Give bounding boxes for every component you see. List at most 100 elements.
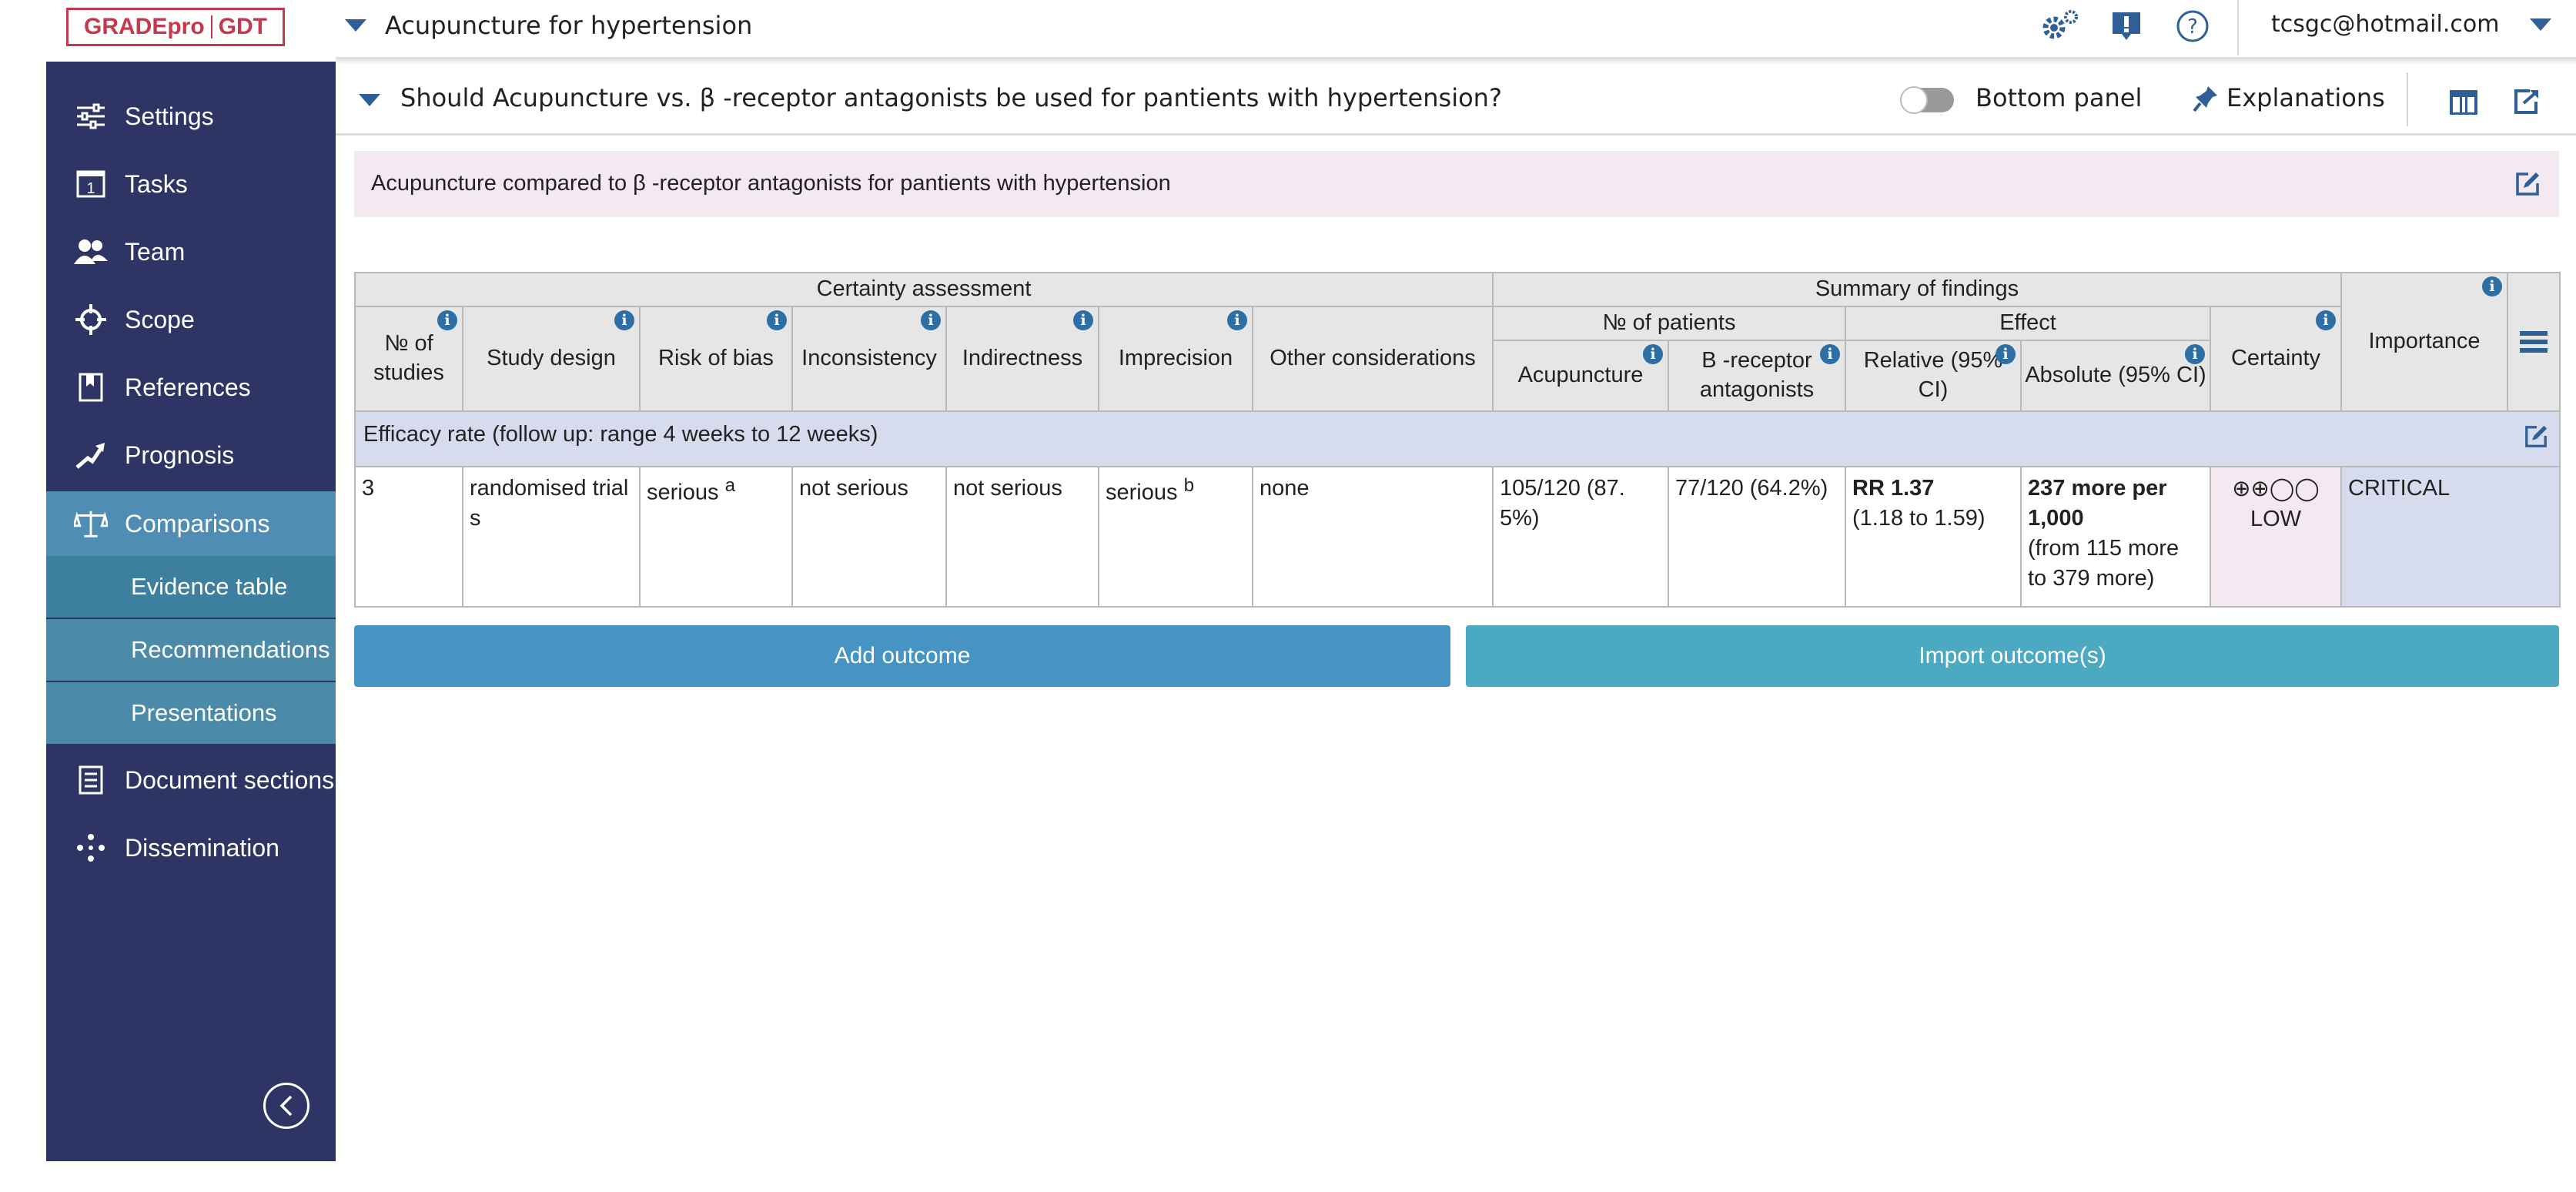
layout-columns-icon[interactable] bbox=[2449, 89, 2478, 119]
crosshair-icon bbox=[74, 303, 108, 337]
info-icon[interactable]: i bbox=[1643, 344, 1663, 364]
cell-imprecision[interactable]: serious b bbox=[1098, 466, 1253, 608]
cell-study-design[interactable]: randomised trials bbox=[462, 466, 641, 608]
sidebar-subitem-recommendations[interactable]: Recommendations bbox=[46, 619, 336, 681]
info-icon[interactable]: i bbox=[1820, 344, 1840, 364]
sidebar-item-team[interactable]: Team bbox=[46, 222, 336, 282]
cell-intervention[interactable]: 105/120 (87.5%) bbox=[1492, 466, 1669, 608]
cell-importance[interactable]: CRITICAL bbox=[2340, 466, 2561, 608]
info-icon[interactable]: i bbox=[1227, 310, 1247, 330]
share-icon bbox=[74, 831, 108, 865]
sidebar-subitem-presentations[interactable]: Presentations bbox=[46, 682, 336, 744]
chevron-down-icon[interactable] bbox=[2530, 18, 2551, 31]
scales-icon bbox=[74, 507, 108, 541]
info-icon[interactable]: i bbox=[2482, 276, 2502, 296]
explanations-button[interactable]: Explanations bbox=[2226, 83, 2385, 112]
info-icon[interactable]: i bbox=[2185, 344, 2205, 364]
info-icon[interactable]: i bbox=[614, 310, 634, 330]
cell-comparison[interactable]: 77/120 (64.2%) bbox=[1668, 466, 1846, 608]
bottom-panel-toggle[interactable] bbox=[1900, 86, 1954, 114]
document-icon bbox=[74, 763, 108, 797]
evidence-table: Certainty assessment Summary of findings… bbox=[354, 272, 2561, 608]
header-intervention: i Acupuncture bbox=[1492, 340, 1669, 412]
edit-icon[interactable] bbox=[2514, 171, 2541, 200]
info-icon[interactable]: i bbox=[2316, 310, 2336, 330]
cell-studies[interactable]: 3 bbox=[354, 466, 463, 608]
user-menu[interactable]: tcsgc@hotmail.com bbox=[2271, 11, 2499, 38]
info-icon[interactable]: i bbox=[921, 310, 941, 330]
project-name: Acupuncture for hypertension bbox=[385, 11, 753, 40]
info-icon[interactable]: i bbox=[1996, 344, 2016, 364]
certainty-symbols: ⊕⊕◯◯ bbox=[2232, 475, 2320, 501]
sidebar-item-scope[interactable]: Scope bbox=[46, 290, 336, 350]
gradepro-logo[interactable]: GRADEpro GDT bbox=[66, 8, 285, 46]
header-certainty-assessment: Certainty assessment bbox=[354, 272, 1494, 307]
info-icon[interactable]: i bbox=[437, 310, 457, 330]
sidebar-item-prognosis[interactable]: Prognosis bbox=[46, 425, 336, 485]
import-outcomes-button[interactable]: Import outcome(s) bbox=[1466, 625, 2559, 687]
svg-text:1: 1 bbox=[86, 180, 95, 197]
header-imprecision: i Imprecision bbox=[1098, 306, 1253, 412]
header-indirectness: i Indirectness bbox=[945, 306, 1099, 412]
cell-relative[interactable]: RR 1.37 (1.18 to 1.59) bbox=[1845, 466, 2022, 608]
header-studies: i № of studies bbox=[354, 306, 463, 412]
info-icon[interactable]: i bbox=[767, 310, 787, 330]
top-bar: GRADEpro GDT Acupuncture for hypertension… bbox=[0, 0, 2576, 59]
table-row: 3 randomised trials serious a not seriou… bbox=[354, 466, 2561, 608]
team-icon bbox=[74, 235, 108, 269]
menu-icon bbox=[2520, 331, 2548, 353]
sidebar-item-tasks[interactable]: 1 Tasks bbox=[46, 154, 336, 214]
cell-inconsistency[interactable]: not serious bbox=[791, 466, 947, 608]
header-study-design: i Study design bbox=[462, 306, 641, 412]
header-inconsistency: i Inconsistency bbox=[791, 306, 947, 412]
cell-risk-of-bias[interactable]: serious a bbox=[639, 466, 793, 608]
header-other-considerations: Other considerations bbox=[1252, 306, 1494, 412]
header-risk-of-bias: i Risk of bias bbox=[639, 306, 793, 412]
help-icon[interactable]: ? bbox=[2173, 6, 2213, 46]
svg-text:?: ? bbox=[2187, 15, 2198, 39]
header-relative: i Relative (95% CI) bbox=[1845, 340, 2022, 412]
question-bar: Should Acupuncture vs. β -receptor antag… bbox=[336, 65, 2576, 136]
certainty-label: LOW bbox=[2250, 507, 2302, 532]
header-importance: i Importance bbox=[2340, 272, 2508, 412]
sidebar-item-document-sections[interactable]: Document sections bbox=[46, 750, 336, 810]
cell-indirectness[interactable]: not serious bbox=[945, 466, 1099, 608]
settings-gear-icon[interactable] bbox=[2040, 6, 2080, 46]
sidebar-item-dissemination[interactable]: Dissemination bbox=[46, 818, 336, 878]
divider bbox=[2237, 0, 2239, 55]
info-icon[interactable]: i bbox=[1073, 310, 1093, 330]
header-certainty: i Certainty bbox=[2210, 306, 2342, 412]
question-title[interactable]: Should Acupuncture vs. β -receptor antag… bbox=[400, 83, 1502, 112]
feedback-icon[interactable] bbox=[2106, 6, 2146, 46]
bookmark-icon bbox=[74, 370, 108, 404]
edit-icon[interactable] bbox=[2524, 424, 2548, 457]
cell-other-considerations[interactable]: none bbox=[1252, 466, 1494, 608]
header-absolute: i Absolute (95% CI) bbox=[2020, 340, 2211, 412]
chevron-left-icon bbox=[279, 1095, 293, 1117]
cell-certainty[interactable]: ⊕⊕◯◯ LOW bbox=[2210, 466, 2342, 608]
chevron-down-icon bbox=[345, 19, 366, 32]
collapse-sidebar-button[interactable] bbox=[263, 1083, 309, 1129]
table-menu-button[interactable] bbox=[2507, 272, 2561, 412]
header-comparison: i B -receptor antagonists bbox=[1668, 340, 1846, 412]
header-no-of-patients: № of patients bbox=[1492, 306, 1846, 341]
export-icon[interactable] bbox=[2513, 88, 2541, 119]
sidebar: Settings 1 Tasks Team Scope References P… bbox=[46, 62, 336, 1161]
header-summary-of-findings: Summary of findings bbox=[1492, 272, 2342, 307]
add-outcome-button[interactable]: Add outcome bbox=[354, 625, 1450, 687]
outcome-name-cell[interactable]: Efficacy rate (follow up: range 4 weeks … bbox=[354, 410, 2561, 467]
sidebar-item-references[interactable]: References bbox=[46, 357, 336, 417]
project-selector[interactable]: Acupuncture for hypertension bbox=[345, 11, 752, 40]
cell-absolute[interactable]: 237 more per 1,000 (from 115 more to 379… bbox=[2020, 466, 2211, 608]
sidebar-item-settings[interactable]: Settings bbox=[46, 86, 336, 146]
outcome-row: Efficacy rate (follow up: range 4 weeks … bbox=[354, 410, 2561, 467]
divider bbox=[336, 57, 2576, 65]
outcome-name: Efficacy rate (follow up: range 4 weeks … bbox=[363, 422, 878, 447]
pin-icon[interactable] bbox=[2193, 85, 2219, 116]
sliders-icon bbox=[74, 99, 108, 133]
sidebar-subitem-evidence-table[interactable]: Evidence table bbox=[46, 556, 336, 618]
trend-icon bbox=[74, 438, 108, 472]
chevron-down-icon[interactable] bbox=[359, 94, 380, 106]
bottom-panel-label: Bottom panel bbox=[1975, 83, 2143, 112]
sidebar-item-comparisons[interactable]: Comparisons bbox=[46, 491, 336, 556]
